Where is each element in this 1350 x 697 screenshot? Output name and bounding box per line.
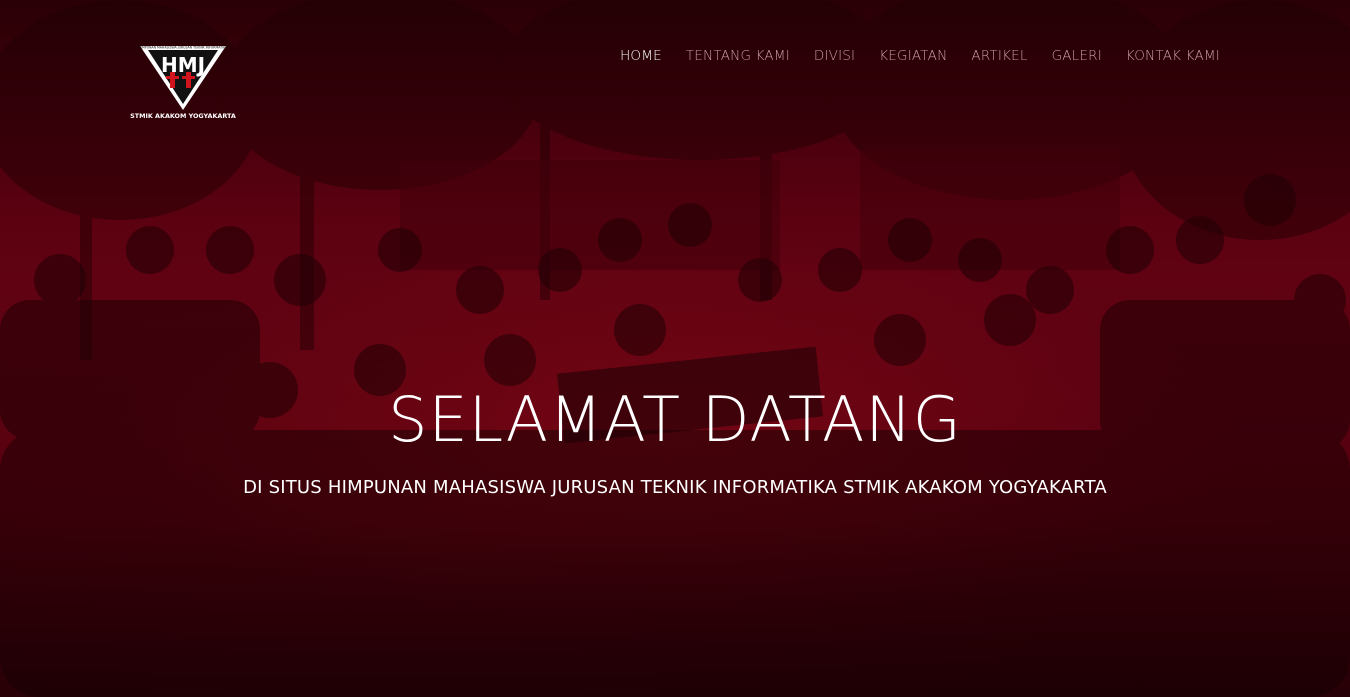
nav-home[interactable]: HOME — [620, 48, 662, 64]
nav-divisi[interactable]: DIVISI — [814, 48, 855, 64]
nav-kegiatan[interactable]: KEGIATAN — [879, 48, 947, 64]
site-logo[interactable]: HIMPUNAN MAHASISWA JURUSAN TEKNIK INFORM… — [130, 38, 236, 122]
hero-title: SELAMAT DATANG — [388, 383, 962, 456]
logo-caption: STMIK AKAKOM YOGYAKARTA — [130, 112, 236, 120]
logo-top-text: HIMPUNAN MAHASISWA JURUSAN TEKNIK INFORM… — [139, 46, 228, 50]
nav-galeri[interactable]: GALERI — [1052, 48, 1102, 64]
hmj-logo-icon: HIMPUNAN MAHASISWA JURUSAN TEKNIK INFORM… — [130, 46, 236, 121]
nav-artikel[interactable]: ARTIKEL — [971, 48, 1027, 64]
logo-letters: HMJ — [161, 53, 205, 77]
main-navigation: HOME TENTANG KAMI DIVISI KEGIATAN ARTIKE… — [620, 48, 1220, 64]
nav-kontak-kami[interactable]: KONTAK KAMI — [1126, 48, 1220, 64]
nav-tentang-kami[interactable]: TENTANG KAMI — [686, 48, 790, 64]
hero-section: HIMPUNAN MAHASISWA JURUSAN TEKNIK INFORM… — [0, 0, 1350, 697]
hero-subtitle: DI SITUS HIMPUNAN MAHASISWA JURUSAN TEKN… — [243, 477, 1107, 498]
